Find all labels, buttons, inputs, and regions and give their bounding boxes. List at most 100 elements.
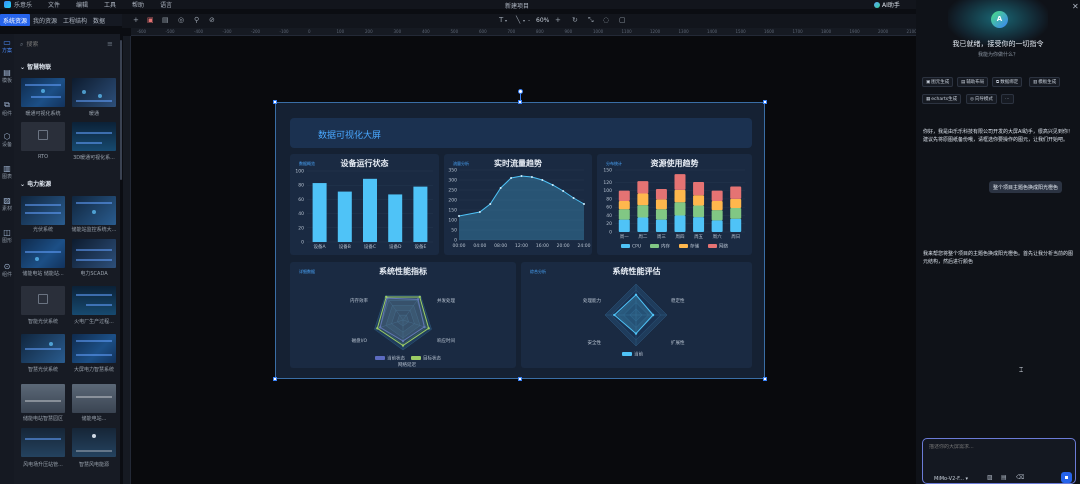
resize-handle-t[interactable] bbox=[518, 100, 522, 104]
tab-my-resources[interactable]: 我的资源 bbox=[30, 14, 60, 26]
data-point bbox=[520, 175, 523, 177]
ruler-tick-label: 800 bbox=[536, 29, 544, 34]
line-tool-icon[interactable]: ╲ bbox=[516, 16, 520, 24]
refresh-icon[interactable]: ↻ bbox=[572, 16, 578, 24]
panel-performance-evaluation[interactable]: 综合分析 系统性能评估 稳定性 扩展性 安全性 处理能力 当前 bbox=[521, 262, 752, 368]
layers-icon[interactable]: ▤ bbox=[162, 16, 169, 24]
resize-handle-br[interactable] bbox=[763, 377, 767, 381]
section-power[interactable]: ⌄ 电力能源 bbox=[20, 179, 51, 188]
thumbnail-wind-substation[interactable] bbox=[21, 428, 65, 457]
thumbnail-caption: 暖通 bbox=[88, 111, 99, 117]
bar bbox=[337, 191, 352, 242]
search-input[interactable] bbox=[26, 41, 87, 48]
more-actions-icon[interactable]: ⋯ bbox=[1001, 94, 1014, 104]
text-tool-dropdown-icon[interactable]: ▾ bbox=[505, 18, 507, 23]
thumbnail-storage-park[interactable] bbox=[21, 384, 65, 413]
thumbnail-storage-station[interactable] bbox=[21, 239, 65, 268]
menu-file[interactable]: 文件 bbox=[48, 0, 60, 9]
category-solutions[interactable]: ▭ 方案 bbox=[0, 38, 14, 54]
zoom-level[interactable]: 60% bbox=[536, 17, 549, 24]
close-icon[interactable]: ✕ bbox=[1072, 2, 1079, 11]
quick-action-template-gen[interactable]: ▥ 模板生成 bbox=[1029, 77, 1061, 87]
chat-input[interactable] bbox=[929, 444, 1069, 450]
thumbnail-power-scada[interactable] bbox=[72, 239, 116, 268]
panel-resource-usage[interactable]: 分布统计 资源使用趋势 0 20 40 60 80 100 120 150 周一 周二 周三 周四 周五… bbox=[597, 154, 752, 255]
save-icon[interactable]: ▣ bbox=[147, 16, 154, 24]
thumbnail-thermal-plant[interactable] bbox=[72, 286, 116, 315]
tab-data[interactable]: 数据 bbox=[90, 14, 108, 26]
thumbnail-pv-system[interactable] bbox=[21, 196, 65, 225]
stacked-bar-segment bbox=[693, 181, 705, 196]
panel-performance-metrics[interactable]: 详细数据 系统性能指标 并发处理 响应时间 网络延迟 磁盘I/O 内存效率 当前状态 目标状… bbox=[290, 262, 516, 368]
resize-handle-bl[interactable] bbox=[273, 377, 277, 381]
menu-language[interactable]: 语言 bbox=[160, 0, 172, 9]
category-materials[interactable]: ▨ 素材 bbox=[0, 196, 14, 212]
clear-icon[interactable]: ⌫ bbox=[1016, 474, 1024, 481]
template-gen-icon: ▥ bbox=[1033, 79, 1038, 85]
quick-action-data-bind[interactable]: ⧉ 数据绑定 bbox=[992, 77, 1023, 87]
rotate-handle[interactable] bbox=[518, 89, 523, 94]
resource-tabs: 系统资源 我的资源 工程结构 数据 bbox=[0, 14, 122, 26]
panel-traffic-trend[interactable]: 流量分析 实时流量趋势 0 50 100 150 200 250 300 350 00:00 04… bbox=[444, 154, 592, 255]
resize-handle-tr[interactable] bbox=[763, 100, 767, 104]
tab-system-resources[interactable]: 系统资源 bbox=[0, 14, 31, 26]
thumbnail-3d-hvac[interactable] bbox=[72, 122, 116, 151]
ai-assistant-button[interactable]: AI助手 bbox=[874, 0, 900, 9]
add-icon[interactable]: + bbox=[133, 16, 139, 24]
model-selector[interactable]: MiMo-V2-F... ▾ bbox=[934, 476, 968, 482]
thumbnail-caption: 储能电站 储能站... bbox=[22, 271, 64, 277]
app-name: 乐意乐 bbox=[14, 2, 33, 9]
quick-action-echarts-gen[interactable]: ▦ echarts生成 bbox=[922, 94, 962, 104]
rotate-icon[interactable]: ◌ bbox=[603, 16, 609, 24]
category-widgets[interactable]: ⊙ 组件 bbox=[0, 262, 14, 278]
thumbnail-hvac-system[interactable] bbox=[21, 78, 65, 107]
quick-action-element-gen[interactable]: ▣ 图元生成 bbox=[922, 77, 954, 87]
quick-action-wizard[interactable]: ◎ 向导模式 bbox=[966, 94, 997, 104]
category-label: 组件 bbox=[1, 272, 12, 278]
thumbnail-smart-pv[interactable] bbox=[21, 286, 65, 315]
category-components[interactable]: ⧉ 组件 bbox=[0, 100, 14, 117]
thumbnail-storage-station-2[interactable] bbox=[72, 384, 116, 413]
sidebar-scrollbar[interactable] bbox=[120, 40, 122, 180]
list-view-icon[interactable]: ≡ bbox=[107, 40, 113, 48]
settings-icon[interactable]: ◎ bbox=[178, 16, 184, 24]
fullscreen-icon[interactable]: ▢ bbox=[619, 16, 626, 24]
line-tool-dropdown-icon[interactable]: ▾ bbox=[523, 18, 525, 23]
resource-sidebar: ⌕ ≡ ⌄ 智慧物联 暖通可视化系统 暖通 RTO 3D暖通可视化系... ⌄ … bbox=[14, 34, 120, 484]
radar-axis-label: 网络延迟 bbox=[398, 361, 416, 368]
layout-icon: ▤ bbox=[961, 79, 966, 85]
brush-icon[interactable]: ⚲ bbox=[194, 16, 199, 24]
chart-icon: ▥ bbox=[3, 164, 11, 173]
category-shapes[interactable]: ◫ 图形 bbox=[0, 228, 14, 244]
resize-handle-b[interactable] bbox=[518, 377, 522, 381]
fit-icon[interactable]: ⤡ bbox=[588, 16, 594, 25]
thumbnail-wind-energy[interactable] bbox=[72, 428, 116, 457]
zoom-in-icon[interactable]: + bbox=[555, 16, 561, 24]
category-charts[interactable]: ▥ 图表 bbox=[0, 164, 14, 180]
resize-handle-tl[interactable] bbox=[273, 100, 277, 104]
menu-tools[interactable]: 工具 bbox=[104, 0, 116, 9]
stacked-bar-segment bbox=[637, 181, 649, 194]
section-iot[interactable]: ⌄ 智慧物联 bbox=[20, 62, 51, 71]
quick-action-layout[interactable]: ▤ 辅助布局 bbox=[957, 77, 989, 87]
thumbnail-hvac[interactable] bbox=[72, 78, 116, 107]
ruler-tick-label: 1300 bbox=[678, 29, 689, 34]
image-upload-icon[interactable]: ▨ bbox=[987, 474, 993, 481]
text-tool-icon[interactable]: T bbox=[499, 16, 503, 24]
tab-project-structure[interactable]: 工程结构 bbox=[60, 14, 90, 26]
menu-help[interactable]: 帮助 bbox=[132, 0, 144, 9]
legend-swatch bbox=[411, 356, 421, 360]
dashboard-title-banner[interactable]: 数据可视化大屏 bbox=[290, 118, 752, 148]
attach-icon[interactable]: ▤ bbox=[1001, 474, 1007, 481]
send-button[interactable] bbox=[1061, 472, 1072, 483]
eraser-icon[interactable]: ⊘ bbox=[209, 16, 215, 24]
category-templates[interactable]: ▤ 模板 bbox=[0, 68, 14, 84]
thumbnail-wisdom-pv[interactable] bbox=[21, 334, 65, 363]
zoom-out-icon[interactable]: - bbox=[528, 17, 530, 24]
menu-edit[interactable]: 编辑 bbox=[76, 0, 88, 9]
thumbnail-storage-monitor[interactable] bbox=[72, 196, 116, 225]
thumbnail-power-dashboard[interactable] bbox=[72, 334, 116, 363]
category-devices[interactable]: ⬡ 设备 bbox=[0, 132, 14, 148]
thumbnail-rto[interactable] bbox=[21, 122, 65, 151]
panel-device-status[interactable]: 数据概览 设备运行状态 0 20 40 60 80 100 设备A 设备B 设备C 设备D 设备E bbox=[290, 154, 439, 255]
